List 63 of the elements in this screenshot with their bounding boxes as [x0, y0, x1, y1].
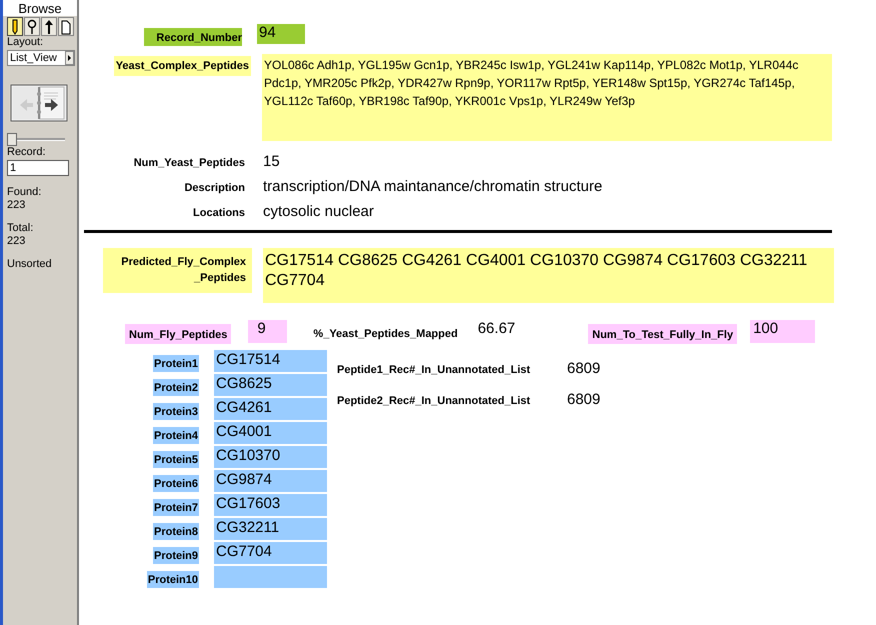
protein-field[interactable]: CG4261	[214, 398, 327, 420]
field-value[interactable]: 15	[263, 153, 280, 170]
protein-field[interactable]: CG10370	[214, 446, 327, 468]
caret-icon	[65, 51, 74, 65]
record-number-field[interactable]: 94	[257, 24, 305, 44]
peptide-rec-label: Peptide2_Rec#_In_Unannotated_List	[337, 395, 532, 407]
num-to-test-field[interactable]: 100	[750, 320, 816, 343]
num-fly-peptides-field[interactable]: 9	[248, 320, 288, 343]
predicted-fly-complex-peptides-label: Predicted_Fly_Complex _Peptides	[103, 248, 252, 293]
protein-field[interactable]: CG32211	[214, 518, 327, 540]
protein-label: Protein3	[152, 403, 199, 420]
yeast-peptides-mapped-value[interactable]: 66.67	[478, 320, 516, 337]
yeast-complex-peptides-field[interactable]: YOL086c Adh1p, YGL195w Gcn1p, YBR245c Isw1p, YGL241w Kap114p, YPL082c Mot1p, YLR044c Pdc1p, YMR205c Pfk2p, YDR427w Rpn9p, YOR117w Rpt5p, YER148w Spt15p, YGR274c Taf145p, YGL112c Taf60p, YBR198c Taf90p, YKR001c Vps1p, YLR249w Yef3p	[262, 54, 832, 141]
field-value[interactable]: transcription/DNA maintanance/chromatin structure	[263, 178, 602, 195]
magnifier-mode-button[interactable]	[24, 17, 40, 36]
protein-label: Protein6	[152, 475, 199, 492]
sort-status: Unsorted	[7, 258, 53, 271]
page-mode-button[interactable]	[58, 17, 74, 36]
field-label: Description	[184, 182, 245, 194]
yeast-peptides-mapped-label: %_Yeast_Peptides_Mapped	[313, 328, 458, 340]
record-input-field[interactable]: 1	[7, 160, 69, 176]
yeast-complex-peptides-label: Yeast_Complex_Peptides	[114, 56, 251, 76]
num-fly-peptides-label: Num_Fly_Peptides	[125, 324, 232, 344]
num-to-test-label: Num_To_Test_Fully_In_Fly	[588, 324, 738, 344]
protein-label: Protein1	[152, 355, 199, 372]
book-navigator-icon[interactable]	[10, 84, 68, 122]
protein-field[interactable]: CG9874	[214, 470, 327, 492]
peptide-rec-value[interactable]: 6809	[567, 391, 600, 408]
found-count: 223	[7, 199, 26, 212]
layout-label: Layout:	[7, 36, 44, 49]
predicted-fly-complex-peptides-field[interactable]: CG17514 CG8625 CG4261 CG4001 CG10370 CG9874 CG17603 CG32211 CG7704	[263, 248, 834, 303]
page-icon	[61, 18, 71, 34]
field-label: Locations	[193, 207, 245, 219]
field-value[interactable]: cytosolic nuclear	[263, 203, 374, 220]
layout-dropdown[interactable]: List_View	[7, 50, 75, 66]
protein-label: Protein9	[152, 547, 199, 564]
protein-field[interactable]	[214, 566, 327, 588]
record-slider[interactable]	[7, 132, 67, 146]
magnifier-icon	[27, 18, 37, 34]
protein-label: Protein4	[152, 427, 199, 444]
pencil-icon	[11, 18, 19, 34]
found-label: Found:	[7, 186, 42, 199]
pencil-mode-button[interactable]	[7, 17, 23, 36]
peptide-rec-label: Peptide1_Rec#_In_Unannotated_List	[337, 364, 532, 376]
protein-label: Protein5	[152, 451, 199, 468]
protein-field[interactable]: CG17514	[214, 350, 327, 372]
peptide-rec-value[interactable]: 6809	[567, 360, 600, 377]
protein-label: Protein8	[152, 523, 199, 540]
total-label: Total:	[7, 222, 34, 235]
protein-label: Protein2	[152, 379, 199, 396]
record-label: Record:	[7, 146, 47, 159]
protein-label: Protein10	[146, 571, 199, 588]
protein-field[interactable]: CG8625	[214, 374, 327, 396]
total-count: 223	[7, 235, 26, 248]
arrow-mode-button[interactable]	[41, 17, 57, 36]
record-number-label: Record_Number	[144, 28, 242, 46]
field-label: Num_Yeast_Peptides	[134, 157, 245, 169]
protein-field[interactable]: CG17603	[214, 494, 327, 516]
mode-title: Browse	[3, 0, 77, 16]
protein-field[interactable]: CG4001	[214, 422, 327, 444]
protein-field[interactable]: CG7704	[214, 542, 327, 564]
protein-label: Protein7	[152, 499, 199, 516]
up-arrow-icon	[44, 18, 54, 34]
